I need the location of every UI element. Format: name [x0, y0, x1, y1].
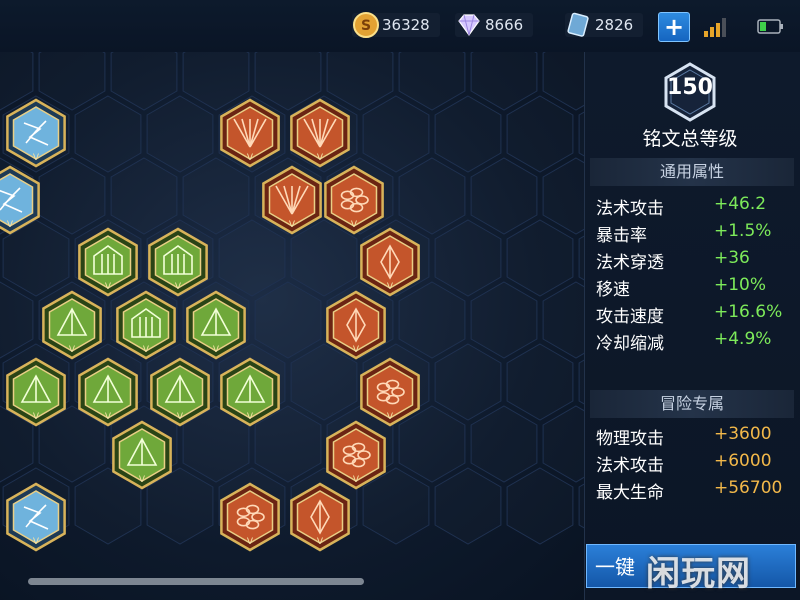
svg-text:V: V — [105, 282, 112, 292]
svg-text:V: V — [69, 345, 76, 355]
svg-text:V: V — [33, 153, 40, 163]
add-currency-button[interactable]: + — [658, 12, 690, 42]
signal-bars-icon — [704, 18, 726, 37]
gold-currency: 36328 S — [352, 11, 444, 39]
stat-value: +10% — [714, 275, 767, 295]
svg-text:V: V — [247, 412, 254, 422]
stat-row: 冷却缩减 +4.9% — [596, 329, 796, 355]
stat-value: +4.9% — [714, 329, 772, 349]
svg-text:V: V — [247, 153, 254, 163]
stat-value: +56700 — [714, 478, 783, 498]
svg-text:S: S — [361, 18, 371, 34]
diamond-currency: 8666 — [455, 11, 555, 39]
svg-text:V: V — [105, 412, 112, 422]
stat-row: 物理攻击 +3600 — [596, 424, 796, 450]
svg-text:V: V — [175, 282, 182, 292]
svg-text:V: V — [33, 537, 40, 547]
watermark: 闲玩网 — [646, 554, 751, 594]
rune-board[interactable]: V V V V V V V V V V V V V V V V V V V V V V V — [0, 52, 584, 600]
battery-icon — [757, 19, 783, 34]
stat-name: 暴击率 — [596, 226, 647, 246]
stat-row: 法术攻击 +6000 — [596, 451, 796, 477]
stat-row: 最大生命 +56700 — [596, 478, 796, 504]
svg-text:V: V — [143, 345, 150, 355]
diamond-icon — [458, 14, 480, 37]
stat-name: 法术攻击 — [596, 456, 664, 476]
svg-text:V: V — [177, 412, 184, 422]
svg-text:V: V — [353, 345, 360, 355]
stat-value: +3600 — [714, 424, 772, 444]
svg-text:V: V — [317, 153, 324, 163]
stat-name: 法术攻击 — [596, 199, 664, 219]
svg-text:V: V — [289, 220, 296, 230]
svg-text:V: V — [247, 537, 254, 547]
stat-value: +16.6% — [714, 302, 783, 322]
stat-value: +1.5% — [714, 221, 772, 241]
svg-text:V: V — [351, 220, 358, 230]
stat-value: +6000 — [714, 451, 772, 471]
rune-total-level-value: 150 — [667, 75, 713, 100]
stat-row: 暴击率 +1.5% — [596, 221, 796, 247]
stat-row: 法术攻击 +46.2 — [596, 194, 796, 220]
svg-text:V: V — [387, 282, 394, 292]
stat-row: 移速 +10% — [596, 275, 796, 301]
stat-name: 物理攻击 — [596, 429, 664, 449]
stat-name: 攻击速度 — [596, 307, 664, 327]
svg-text:V: V — [213, 345, 220, 355]
ticket-card-icon — [567, 12, 589, 37]
svg-text:V: V — [7, 220, 14, 230]
gold-coin-icon: S — [353, 12, 379, 38]
svg-text:V: V — [353, 475, 360, 485]
stat-value: +36 — [714, 248, 750, 268]
ticket-currency: 2826 — [565, 11, 660, 39]
horizontal-scrollbar[interactable] — [28, 578, 364, 585]
stat-name: 法术穿透 — [596, 253, 664, 273]
svg-text:V: V — [139, 475, 146, 485]
general-stats-header: 通用属性 — [590, 158, 794, 186]
rune-board-canvas: V V V V V V V V V V V V V V V V V V V V V V V — [0, 52, 584, 552]
stat-row: 法术穿透 +36 — [596, 248, 796, 274]
svg-text:V: V — [387, 412, 394, 422]
stat-name: 最大生命 — [596, 483, 664, 503]
stat-value: +46.2 — [714, 194, 767, 214]
stat-name: 移速 — [596, 280, 630, 300]
svg-text:V: V — [317, 537, 324, 547]
adventure-stats-header: 冒险专属 — [590, 390, 794, 418]
stat-name: 冷却缩减 — [596, 334, 664, 354]
stat-row: 攻击速度 +16.6% — [596, 302, 796, 328]
rune-total-level-label: 铭文总等级 — [642, 128, 738, 150]
svg-text:V: V — [33, 412, 40, 422]
